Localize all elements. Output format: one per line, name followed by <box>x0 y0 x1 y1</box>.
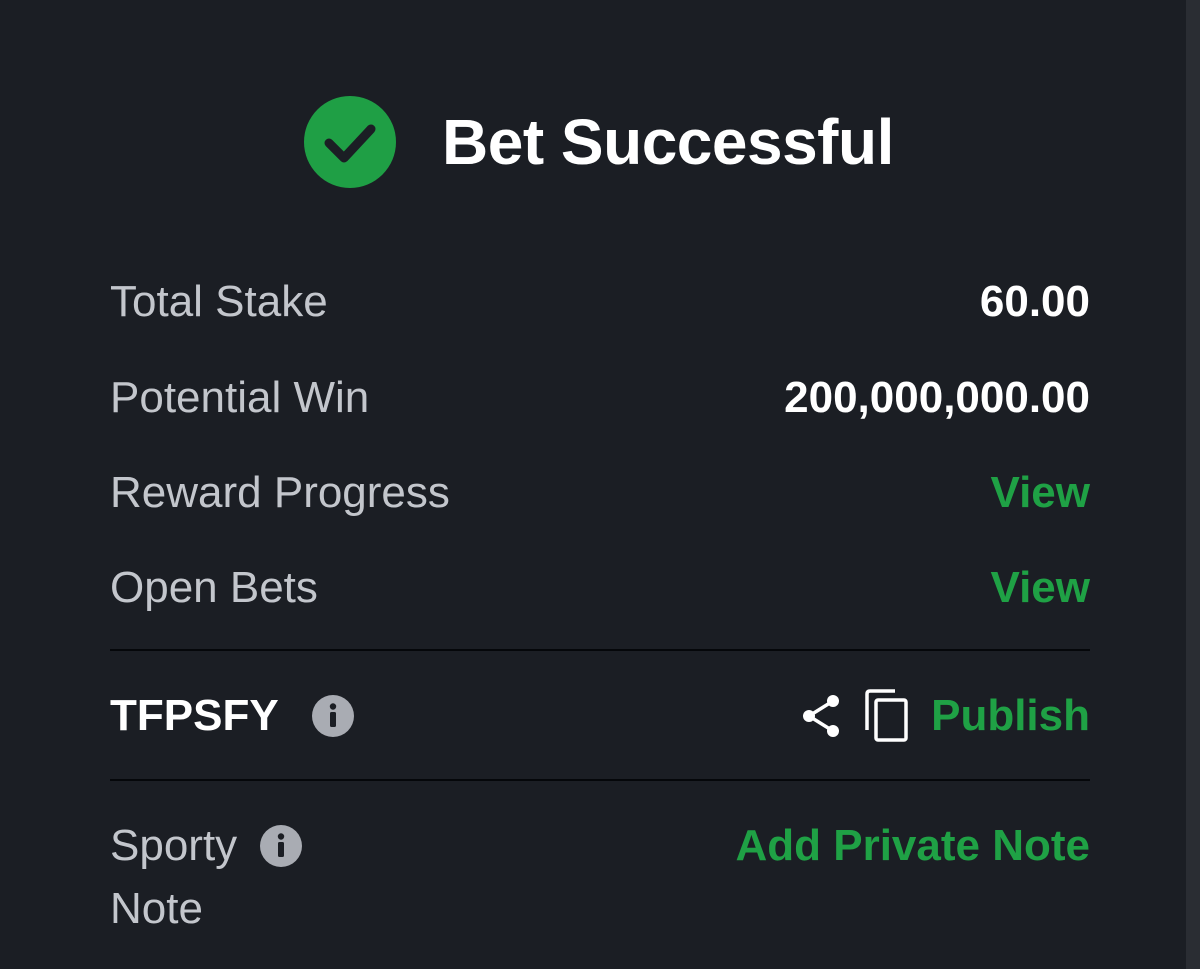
divider <box>110 649 1090 651</box>
total-stake-value: 60.00 <box>979 277 1090 326</box>
sporty-note-label: Sporty <box>110 821 238 870</box>
add-private-note-button[interactable]: Add Private Note <box>735 816 1090 876</box>
copy-icon[interactable] <box>863 688 911 744</box>
total-stake-label: Total Stake <box>110 277 328 326</box>
check-circle-icon <box>304 96 396 188</box>
booking-code-row: TFPSFY Publish <box>110 686 1090 746</box>
divider <box>110 779 1090 781</box>
publish-button[interactable]: Publish <box>931 691 1090 741</box>
panel-edge <box>1186 0 1200 969</box>
sporty-note-section: Sporty Note Add Private Note <box>110 816 1090 946</box>
potential-win-value: 200,000,000.00 <box>784 373 1090 422</box>
reward-progress-row: Reward Progress View <box>110 463 1090 523</box>
reward-progress-view-link[interactable]: View <box>991 468 1090 518</box>
total-stake-row: Total Stake 60.00 <box>110 272 1090 332</box>
potential-win-row: Potential Win 200,000,000.00 <box>110 368 1090 428</box>
reward-progress-label: Reward Progress <box>110 468 450 517</box>
info-icon[interactable] <box>311 694 355 738</box>
open-bets-view-link[interactable]: View <box>991 563 1090 613</box>
info-icon[interactable] <box>259 824 303 868</box>
booking-code: TFPSFY <box>110 691 279 740</box>
open-bets-row: Open Bets View <box>110 558 1090 618</box>
success-header: Bet Successful <box>304 96 894 188</box>
share-icon[interactable] <box>799 692 843 740</box>
booking-code-group: TFPSFY <box>110 691 355 741</box>
potential-win-label: Potential Win <box>110 373 370 422</box>
open-bets-label: Open Bets <box>110 563 318 612</box>
sporty-note-label-line2: Note <box>110 884 203 933</box>
booking-actions: Publish <box>799 688 1090 744</box>
page-title: Bet Successful <box>442 106 894 178</box>
